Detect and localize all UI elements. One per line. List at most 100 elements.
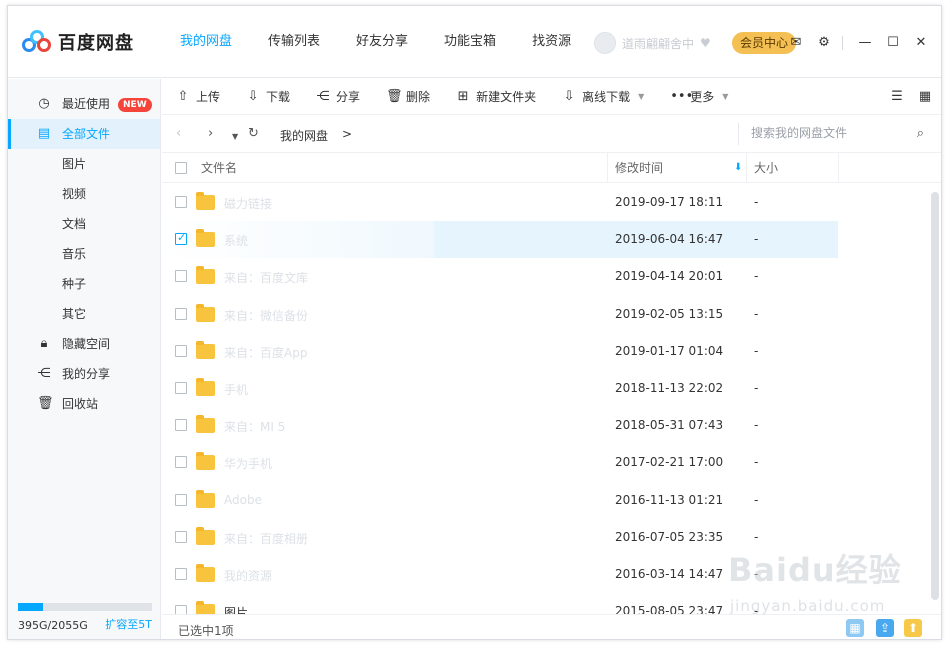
search-icon[interactable]: ⌕ bbox=[917, 126, 924, 141]
select-all-checkbox[interactable] bbox=[175, 162, 187, 174]
row-checkbox[interactable] bbox=[175, 196, 187, 208]
mail-icon[interactable]: ✉ bbox=[784, 34, 808, 52]
tab-friend-share[interactable]: 好友分享 bbox=[356, 6, 425, 78]
table-row[interactable]: 来自：MI 5 2018-05-31 07:43 - bbox=[162, 407, 941, 444]
sort-descending-icon[interactable]: ⬇ bbox=[734, 153, 742, 183]
share-button[interactable]: ⋲ 分享 bbox=[316, 88, 361, 105]
file-size: - bbox=[754, 492, 759, 507]
table-row[interactable]: 我的资源 2016-03-14 14:47 - bbox=[162, 556, 941, 593]
column-header-size[interactable]: 大小 bbox=[754, 153, 778, 183]
delete-button[interactable]: 🗑︎ 删除 bbox=[386, 88, 430, 105]
sort-list-icon[interactable]: ☰ bbox=[887, 89, 907, 105]
transfer-icon[interactable]: ⇪ bbox=[876, 619, 894, 637]
file-name[interactable]: 华为手机 bbox=[224, 455, 272, 472]
breadcrumb[interactable]: 我的网盘 bbox=[280, 127, 328, 144]
table-row[interactable]: 磁力链接 2019-09-17 18:11 - bbox=[162, 184, 941, 221]
table-row[interactable]: 图片 2015-08-05 23:47 - bbox=[162, 593, 941, 614]
maximize-icon[interactable]: ☐ bbox=[881, 34, 905, 52]
title-bar: 百度网盘 我的网盘 传输列表 好友分享 功能宝箱 找资源 道雨翩翩舍中 ♥ 会员… bbox=[8, 6, 941, 78]
column-header-modified[interactable]: 修改时间 bbox=[615, 153, 663, 183]
file-size: - bbox=[754, 232, 759, 247]
column-header-name[interactable]: 文件名 bbox=[201, 153, 237, 183]
forward-icon[interactable]: › bbox=[208, 126, 213, 142]
file-name[interactable]: 我的资源 bbox=[224, 567, 272, 584]
row-checkbox[interactable] bbox=[175, 493, 187, 506]
sidebar-item-hidden-space[interactable]: 🔒︎ 隐藏空间 bbox=[8, 329, 160, 359]
sidebar-item-images[interactable]: 图片 bbox=[8, 149, 160, 179]
row-checkbox[interactable] bbox=[175, 530, 187, 543]
row-checkbox[interactable] bbox=[175, 344, 187, 357]
grid-view-icon[interactable]: ▦ bbox=[915, 89, 935, 105]
row-checkbox[interactable] bbox=[175, 456, 187, 469]
folder-icon bbox=[196, 377, 215, 396]
file-name[interactable]: 来自：微信备份 bbox=[224, 307, 308, 324]
close-icon[interactable]: ✕ bbox=[909, 34, 933, 52]
column-divider[interactable] bbox=[746, 153, 747, 183]
apps-grid-icon[interactable]: ▦ bbox=[846, 619, 864, 637]
storage-quota-text: 395G/2055G bbox=[18, 619, 88, 632]
sidebar-item-torrents[interactable]: 种子 bbox=[8, 269, 160, 299]
offline-download-button[interactable]: ⇩ 离线下载 ▼ bbox=[562, 88, 645, 105]
upload-button[interactable]: ⇧ 上传 bbox=[176, 88, 220, 105]
table-row[interactable]: Adobe 2016-11-13 01:21 - bbox=[162, 482, 941, 519]
history-dropdown-icon[interactable]: ▼ bbox=[232, 129, 238, 145]
search-input[interactable] bbox=[751, 126, 901, 140]
sidebar-item-all-files[interactable]: ▤ 全部文件 bbox=[8, 119, 160, 149]
path-bar: ‹ › ▼ ↻ 我的网盘 > ⌕ bbox=[162, 115, 941, 153]
sidebar-item-my-shares[interactable]: ⋲ 我的分享 bbox=[8, 359, 160, 389]
row-checkbox[interactable] bbox=[175, 307, 187, 320]
row-checkbox[interactable] bbox=[175, 231, 187, 246]
download-button[interactable]: ⇩ 下载 bbox=[246, 88, 290, 105]
table-row[interactable]: 华为手机 2017-02-21 17:00 - bbox=[162, 444, 941, 481]
expand-storage-link[interactable]: 扩容至5T bbox=[105, 616, 152, 632]
new-folder-button[interactable]: ⊞ 新建文件夹 bbox=[456, 88, 536, 105]
row-checkbox[interactable] bbox=[175, 381, 187, 394]
row-checkbox[interactable] bbox=[175, 605, 187, 614]
scrollbar[interactable] bbox=[931, 192, 939, 600]
table-row[interactable]: 来自：百度相册 2016-07-05 23:35 - bbox=[162, 519, 941, 556]
sidebar-item-recycle-bin[interactable]: 🗑︎ 回收站 bbox=[8, 389, 160, 419]
file-name[interactable]: 来自：百度App bbox=[224, 344, 307, 361]
sidebar-item-music[interactable]: 音乐 bbox=[8, 239, 160, 269]
sidebar-item-recent[interactable]: ◷ 最近使用 NEW bbox=[8, 89, 160, 119]
file-name[interactable]: 来自：百度文库 bbox=[224, 269, 308, 286]
table-row[interactable]: 来自：百度App 2019-01-17 01:04 - bbox=[162, 333, 941, 370]
user-info[interactable]: 道雨翩翩舍中 ♥ bbox=[594, 32, 714, 54]
file-name[interactable]: 手机 bbox=[224, 381, 248, 398]
sidebar-item-docs[interactable]: 文档 bbox=[8, 209, 160, 239]
settings-icon[interactable]: ⚙ bbox=[812, 34, 836, 52]
tab-toolbox[interactable]: 功能宝箱 bbox=[444, 6, 513, 78]
column-divider[interactable] bbox=[838, 153, 839, 183]
table-row[interactable]: 系统 2019-06-04 16:47 - bbox=[162, 221, 941, 259]
sidebar-item-other[interactable]: 其它 bbox=[8, 299, 160, 329]
file-name[interactable]: 来自：MI 5 bbox=[224, 418, 285, 435]
row-checkbox[interactable] bbox=[175, 567, 187, 580]
refresh-icon[interactable]: ↻ bbox=[248, 126, 259, 142]
avatar[interactable] bbox=[594, 32, 616, 54]
sidebar-item-videos[interactable]: 视频 bbox=[8, 179, 160, 209]
table-row[interactable]: 来自：百度文库 2019-04-14 20:01 - bbox=[162, 258, 941, 295]
tab-find-resources[interactable]: 找资源 bbox=[532, 6, 588, 78]
file-modified: 2019-04-14 20:01 bbox=[615, 269, 724, 284]
file-name[interactable]: Adobe bbox=[224, 493, 262, 507]
file-size: - bbox=[754, 343, 759, 358]
delete-label: 删除 bbox=[406, 90, 431, 104]
row-checkbox[interactable] bbox=[175, 419, 187, 432]
file-modified: 2016-11-13 01:21 bbox=[615, 492, 724, 507]
tab-transfer-list[interactable]: 传输列表 bbox=[268, 6, 337, 78]
column-divider[interactable] bbox=[607, 153, 608, 183]
file-name[interactable]: 来自：百度相册 bbox=[224, 530, 308, 547]
file-name[interactable]: 系统 bbox=[224, 232, 248, 249]
tab-my-drive[interactable]: 我的网盘 bbox=[180, 6, 249, 78]
back-icon[interactable]: ‹ bbox=[176, 126, 181, 142]
minimize-icon[interactable]: — bbox=[853, 34, 877, 52]
more-button[interactable]: ••• 更多 ▼ bbox=[670, 88, 728, 105]
file-name[interactable]: 图片 bbox=[224, 604, 248, 614]
storage-quota-fill bbox=[18, 603, 44, 611]
file-name[interactable]: 磁力链接 bbox=[224, 195, 272, 212]
upload-arrow-icon[interactable]: ⬆ bbox=[904, 619, 922, 637]
table-row[interactable]: 手机 2018-11-13 22:02 - bbox=[162, 370, 941, 407]
username[interactable]: 道雨翩翩舍中 bbox=[622, 35, 694, 52]
table-row[interactable]: 来自：微信备份 2019-02-05 13:15 - bbox=[162, 296, 941, 333]
row-checkbox[interactable] bbox=[175, 270, 187, 283]
